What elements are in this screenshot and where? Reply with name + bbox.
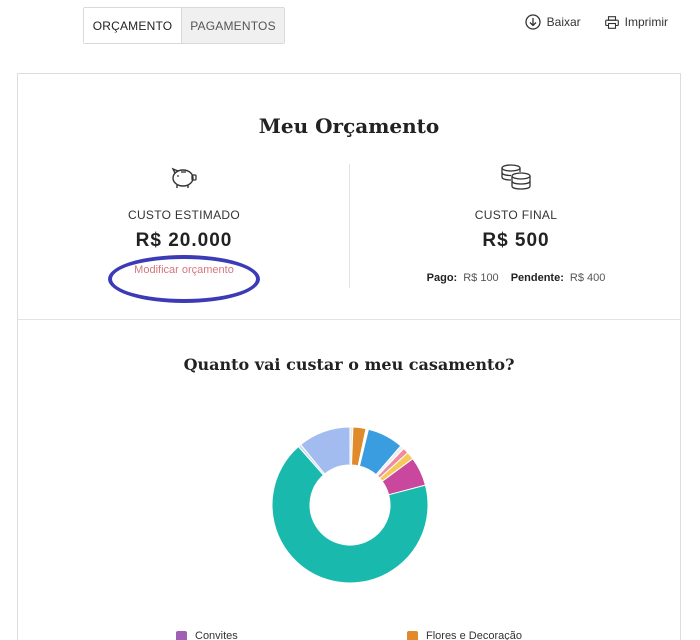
download-icon bbox=[525, 14, 541, 30]
print-label: Imprimir bbox=[624, 15, 668, 29]
legend-label-convites: Convites bbox=[195, 630, 238, 640]
estimated-cost-value: R$ 20.000 bbox=[135, 230, 233, 251]
legend-swatch-convites bbox=[176, 630, 187, 640]
legend-swatch-flores bbox=[407, 630, 418, 640]
section-divider bbox=[18, 319, 680, 320]
final-cost-section: CUSTO FINAL R$ 500 Pago: R$ 100 Pendente:… bbox=[350, 162, 682, 284]
pending-value: R$ 400 bbox=[569, 272, 606, 284]
estimated-icon-wrap bbox=[18, 162, 350, 192]
paid-value: R$ 100 bbox=[463, 272, 499, 284]
highlight-annotation bbox=[108, 255, 260, 303]
budget-card: Meu Orçamento CUSTO ESTIMADO R$ 20.000 M… bbox=[17, 73, 681, 640]
coins-icon bbox=[501, 164, 531, 190]
print-button[interactable]: Imprimir bbox=[604, 14, 668, 30]
legend-item-convites: Convites bbox=[176, 630, 238, 640]
download-button[interactable]: Baixar bbox=[525, 14, 581, 30]
estimated-cost-label: CUSTO ESTIMADO bbox=[128, 208, 240, 222]
legend-item-flores: Flores e Decoração bbox=[407, 630, 522, 640]
piggy-bank-icon bbox=[171, 167, 197, 188]
final-icon-wrap bbox=[350, 162, 682, 192]
tab-pagamentos[interactable]: PAGAMENTOS bbox=[182, 8, 284, 43]
tab-orcamento[interactable]: ORÇAMENTO bbox=[84, 8, 182, 43]
pending-summary: Pendente: R$ 400 bbox=[511, 272, 606, 284]
paid-label: Pago: bbox=[426, 272, 458, 284]
legend-label-flores: Flores e Decoração bbox=[426, 630, 522, 640]
printer-icon bbox=[604, 15, 619, 29]
paid-summary: Pago: R$ 100 bbox=[427, 272, 499, 284]
header-actions: Baixar Imprimir bbox=[525, 14, 668, 30]
final-cost-label: CUSTO FINAL bbox=[474, 208, 558, 222]
final-cost-value: R$ 500 bbox=[482, 230, 550, 251]
payment-summary: Pago: R$ 100 Pendente: R$ 400 bbox=[350, 272, 682, 284]
view-tabs: ORÇAMENTO PAGAMENTOS bbox=[83, 7, 285, 44]
pending-label: Pendente: bbox=[510, 272, 564, 284]
chart-title: Quanto vai custar o meu casamento? bbox=[183, 355, 515, 374]
budget-title: Meu Orçamento bbox=[258, 114, 440, 138]
cost-donut-chart bbox=[271, 426, 429, 584]
download-label: Baixar bbox=[546, 15, 581, 29]
